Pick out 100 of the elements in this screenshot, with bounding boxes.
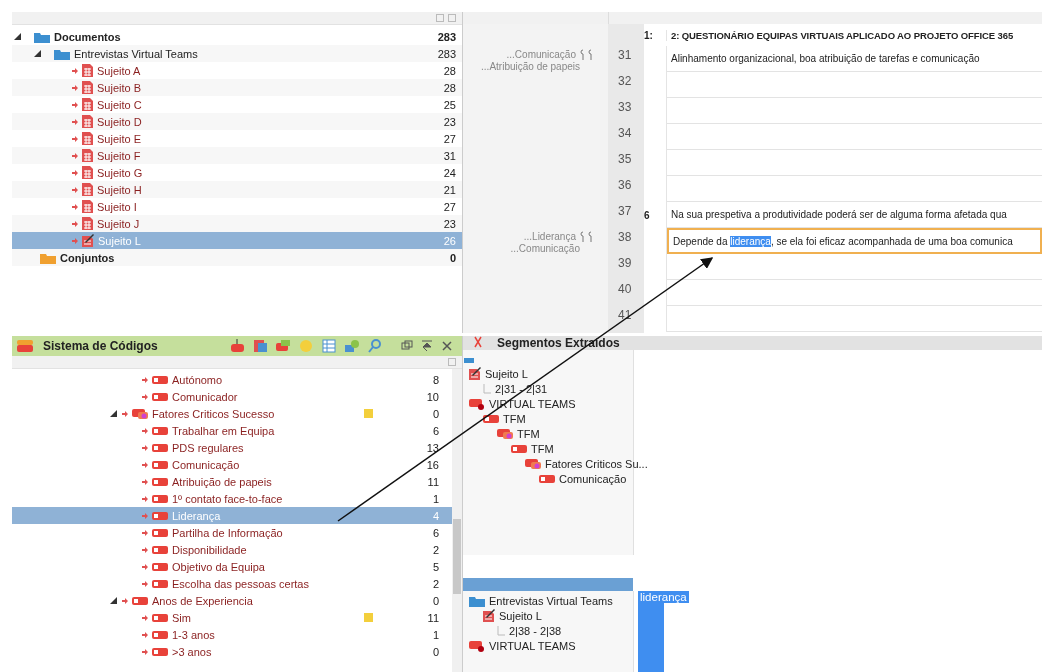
document-icon (82, 81, 93, 94)
tree-item[interactable]: PDS regulares 13 (12, 439, 452, 456)
line-number: 33 (617, 99, 633, 116)
tree-item[interactable]: >3 anos 0 (12, 643, 452, 660)
activate-icon[interactable] (72, 101, 78, 108)
tree-item[interactable]: 1-3 anos 1 (12, 626, 452, 643)
document-icon (82, 200, 93, 213)
code-set-icon (497, 428, 513, 439)
document-code-icon[interactable] (253, 339, 267, 353)
search-icon[interactable] (368, 339, 382, 353)
tree-item[interactable]: Conjuntos 0 (12, 249, 462, 266)
line-number: 39 (617, 255, 633, 272)
expand-icon[interactable] (109, 410, 117, 417)
code-set-icon (525, 458, 541, 469)
activate-icon[interactable] (142, 546, 148, 553)
undock-icon[interactable] (401, 340, 413, 352)
tree-item[interactable]: Sujeito E 27 (12, 130, 462, 147)
folder-icon (34, 30, 50, 43)
margin-code-label: ...Comunicação (506, 49, 576, 61)
tree-item[interactable]: Fatores Criticos Sucesso 0 (12, 405, 452, 422)
line-number: 36 (617, 177, 633, 194)
tree-item[interactable]: Sim 11 (12, 609, 452, 626)
activate-icon[interactable] (72, 220, 78, 227)
tree-item[interactable]: Sujeito H 21 (12, 181, 462, 198)
tree-item[interactable]: Entrevistas Virtual Teams 283 (12, 45, 462, 62)
document-icon (82, 115, 93, 128)
expand-icon[interactable] (13, 33, 21, 40)
tree-item[interactable]: Documentos 283 (12, 28, 462, 45)
code-tag-icon (152, 459, 168, 470)
tree-label: TFM (503, 412, 526, 425)
document-icon (82, 98, 93, 111)
activate-icon[interactable] (142, 478, 148, 485)
edited-document-icon (469, 367, 481, 380)
document-icon (82, 132, 93, 145)
tree-item[interactable]: Escolha das pessoas certas 2 (12, 575, 452, 592)
tree-item[interactable]: Anos de Experiencia 0 (12, 592, 452, 609)
edited-document-icon (82, 234, 94, 247)
collapse-icon[interactable] (421, 340, 433, 352)
activate-icon[interactable] (72, 84, 78, 91)
tree-item[interactable]: Sujeito G 24 (12, 164, 462, 181)
tree-item[interactable]: Sujeito F 31 (12, 147, 462, 164)
tree-item[interactable]: Atribuição de papeis 11 (12, 473, 452, 490)
activate-icon[interactable] (142, 614, 148, 621)
code-set-icon[interactable] (276, 339, 290, 353)
tree-item[interactable]: Objetivo da Equipa 5 (12, 558, 452, 575)
activate-icon[interactable] (72, 67, 78, 74)
paragraph-text: Na sua prespetiva a produtividade poderá ser de alguma forma afetada qua (671, 209, 1007, 220)
activate-icon[interactable] (142, 563, 148, 570)
code-tag-icon (152, 561, 168, 572)
activate-icon[interactable] (122, 597, 128, 604)
tree-item[interactable]: Sujeito D 23 (12, 113, 462, 130)
activate-icon[interactable] (142, 495, 148, 502)
activate-icon[interactable] (142, 376, 148, 383)
activate-icon[interactable] (142, 393, 148, 400)
activate-icon[interactable] (72, 186, 78, 193)
scrollbar[interactable] (452, 369, 462, 672)
edited-document-icon (483, 609, 495, 622)
tree-item[interactable]: 1º contato face-to-face 1 (12, 490, 452, 507)
activate-icon[interactable] (142, 427, 148, 434)
tree-item[interactable]: Comunicação 16 (12, 456, 452, 473)
activate-icon[interactable] (142, 444, 148, 451)
panel-title: Sistema de Códigos (43, 339, 158, 353)
tree-item[interactable]: Trabalhar em Equipa 6 (12, 422, 452, 439)
code-tag-icon (152, 442, 168, 453)
activate-icon[interactable] (72, 203, 78, 210)
tree-item[interactable]: Sujeito B 28 (12, 79, 462, 96)
tree-label: Sujeito L (485, 367, 528, 380)
new-code-icon[interactable] (230, 339, 244, 353)
activate-icon[interactable] (142, 461, 148, 468)
tree-item[interactable]: Sujeito C 25 (12, 96, 462, 113)
tree-item[interactable]: Sujeito A 28 (12, 62, 462, 79)
code-tag-icon (483, 413, 499, 424)
line-number: 41 (617, 307, 633, 324)
expand-icon[interactable] (109, 597, 117, 604)
tree-item[interactable]: Sujeito J 23 (12, 215, 462, 232)
activate-icon[interactable] (122, 410, 128, 417)
activate-icon[interactable] (72, 135, 78, 142)
line-number: 37 (617, 203, 633, 220)
activate-icon[interactable] (142, 631, 148, 638)
tree-label: VIRTUAL TEAMS (489, 639, 576, 652)
close-icon[interactable] (441, 340, 453, 352)
folder-icon (469, 594, 485, 607)
margin-code-label: ...Liderança (523, 231, 576, 243)
activate-icon[interactable] (142, 648, 148, 655)
expand-icon[interactable] (33, 50, 41, 57)
tree-item[interactable]: Partilha de Informação 6 (12, 524, 452, 541)
tree-item[interactable]: Sujeito I 27 (12, 198, 462, 215)
tree-item[interactable]: Autónomo 8 (12, 371, 452, 388)
tree-item[interactable]: Comunicador 10 (12, 388, 452, 405)
activate-icon[interactable] (142, 580, 148, 587)
activate-icon[interactable] (72, 152, 78, 159)
code-tag-icon (152, 493, 168, 504)
code-system-icon (17, 340, 33, 352)
tree-item[interactable]: Disponibilidade 2 (12, 541, 452, 558)
table-icon[interactable] (322, 339, 336, 353)
activate-icon[interactable] (72, 169, 78, 176)
tree-label: Comunicação (559, 472, 627, 485)
activate-icon[interactable] (72, 118, 78, 125)
code-system-icon (469, 397, 485, 410)
activate-icon[interactable] (142, 529, 148, 536)
